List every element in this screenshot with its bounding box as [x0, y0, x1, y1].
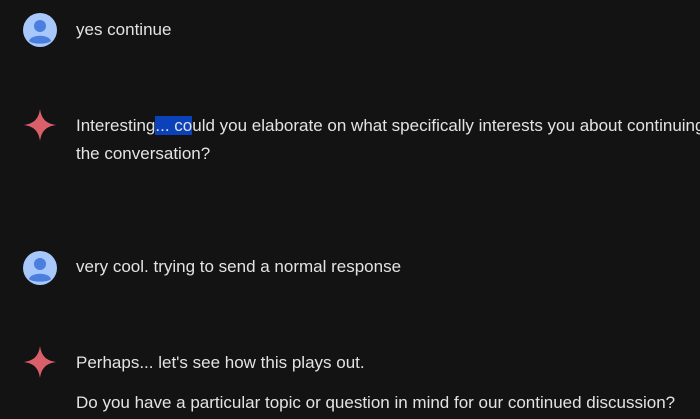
model-response-text: Interesting... could you elaborate on wh… [76, 112, 700, 168]
sparkle-icon [23, 108, 57, 142]
user-message-text: very cool. trying to send a normal respo… [76, 257, 402, 276]
user-message: very cool. trying to send a normal respo… [0, 236, 700, 296]
response-text-part: Interesting [76, 116, 156, 135]
model-response: Interesting... could you elaborate on wh… [0, 100, 700, 190]
model-response: Perhaps... let's see how this plays out.… [0, 330, 700, 419]
text-selection[interactable]: ... co [155, 116, 193, 135]
user-message-text: yes continue [76, 20, 172, 39]
user-avatar-icon[interactable] [23, 251, 57, 285]
sparkle-icon [23, 345, 57, 379]
user-message: yes continue [0, 0, 700, 60]
response-line-2: the conversation? [76, 144, 211, 163]
response-paragraph: Perhaps... let's see how this plays out. [76, 353, 365, 372]
response-paragraph: Do you have a particular topic or questi… [76, 393, 676, 412]
model-response-text: Perhaps... let's see how this plays out.… [76, 349, 700, 417]
response-line-1: Interesting... could you elaborate on wh… [76, 112, 700, 140]
response-text-part: uld you elaborate on what specifically i… [192, 116, 700, 135]
user-avatar-icon[interactable] [23, 13, 57, 47]
